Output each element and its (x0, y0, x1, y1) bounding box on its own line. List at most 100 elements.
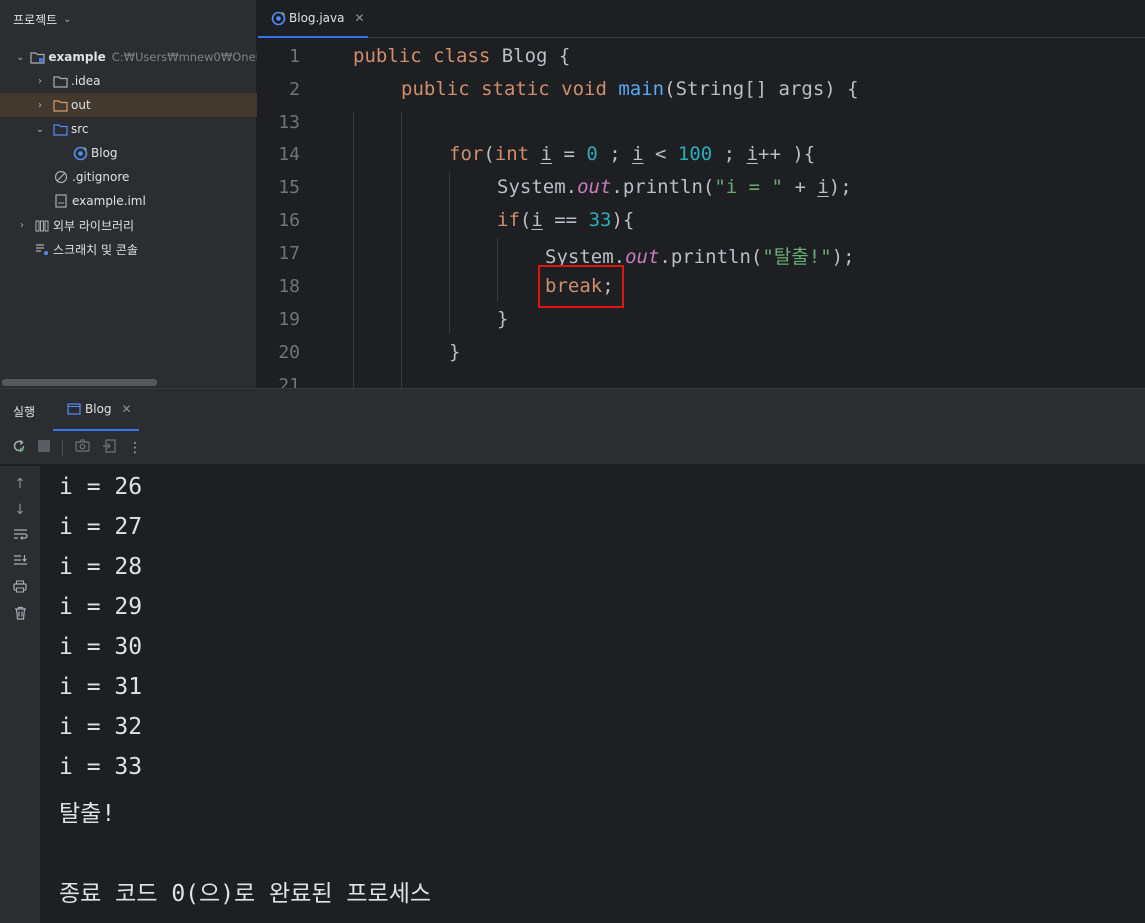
more-options-icon[interactable]: ⋮ (128, 440, 142, 456)
chevron-down-icon[interactable]: ⌄ (34, 124, 46, 135)
project-panel-title: 프로젝트 (13, 12, 58, 27)
code-token: + (783, 176, 818, 198)
code-token: ); (831, 246, 855, 268)
scroll-to-end-icon[interactable] (0, 554, 40, 571)
code-token: 100 (677, 143, 713, 165)
chevron-down-icon[interactable]: ⌄ (16, 52, 24, 63)
tree-item-label: .idea (71, 74, 101, 88)
console-line: 종료 코드 0(으)로 완료된 프로세스 (59, 881, 432, 907)
close-icon[interactable]: ✕ (354, 11, 364, 25)
project-panel-header[interactable]: 프로젝트 ⌄ (0, 0, 256, 38)
project-panel: 프로젝트 ⌄ ⌄ example C:₩Users₩mnew0₩OneDriv … (0, 0, 257, 388)
code-area[interactable]: 1 2 13 14 15 16 17 18 19 20 21 public cl… (258, 40, 1145, 388)
rerun-icon[interactable] (12, 439, 26, 457)
code-line-16: if(i == 33){ (497, 209, 634, 231)
code-token: public static void (401, 78, 607, 100)
console-line: i = 31 (59, 674, 143, 700)
code-token: ++ ){ (758, 143, 816, 165)
chevron-right-icon[interactable]: › (34, 100, 46, 111)
tree-item-label: .gitignore (72, 170, 130, 184)
arrow-up-icon[interactable]: ↑ (0, 476, 40, 492)
tree-item-label: Blog (91, 146, 118, 160)
code-token: .println( (611, 176, 715, 198)
editor-tab-blog-java[interactable]: Blog.java ✕ (258, 0, 368, 38)
line-number: 14 (278, 144, 300, 165)
chevron-down-icon[interactable]: ⌄ (63, 14, 71, 25)
run-panel: 실행 Blog ✕ ⋮ ↑ ↓ i = 26 i = 27 i = 28 i =… (0, 388, 1145, 923)
chevron-right-icon[interactable]: › (16, 220, 28, 231)
tree-item-blog[interactable]: Blog (0, 141, 257, 165)
line-number: 21 (278, 375, 300, 388)
run-tab-blog[interactable]: Blog ✕ (53, 389, 139, 431)
tree-item-idea[interactable]: › .idea (0, 69, 257, 93)
camera-icon[interactable] (75, 439, 90, 456)
tree-item-gitignore[interactable]: .gitignore (0, 165, 257, 189)
indent-guide (401, 112, 402, 388)
toolbar-separator (62, 439, 63, 456)
tree-item-label: 스크래치 및 콘솔 (53, 242, 138, 257)
exit-icon[interactable] (102, 438, 116, 457)
tree-item-example[interactable]: ⌄ example C:₩Users₩mnew0₩OneDriv (0, 45, 257, 69)
console-line: i = 26 (59, 474, 143, 500)
tree-item-out[interactable]: › out (0, 93, 257, 117)
stop-icon[interactable] (38, 439, 50, 456)
code-token: (String[] args) { (664, 78, 859, 100)
tree-item-path: C:₩Users₩mnew0₩OneDriv (111, 50, 257, 64)
ignored-file-icon (53, 170, 69, 184)
trash-icon[interactable] (0, 606, 40, 624)
code-token: < (643, 143, 678, 165)
indent-guide (353, 112, 354, 388)
horizontal-scrollbar[interactable] (2, 379, 157, 386)
indent-guide (497, 238, 498, 302)
tree-item-label: src (71, 122, 89, 136)
console-output[interactable]: i = 26 i = 27 i = 28 i = 29 i = 30 i = 3… (40, 466, 1145, 923)
code-token: public class (353, 45, 491, 67)
code-line-1: public class Blog { (353, 45, 570, 67)
code-token: ( (483, 143, 495, 165)
console-line: i = 27 (59, 514, 143, 540)
code-token: } (449, 341, 461, 363)
console-line: i = 29 (59, 594, 143, 620)
tree-item-scratches[interactable]: 스크래치 및 콘솔 (0, 237, 257, 261)
folder-icon (52, 74, 68, 88)
code-line-20: } (449, 341, 460, 363)
tree-item-src[interactable]: ⌄ src (0, 117, 257, 141)
code-token: 33 (588, 209, 612, 231)
line-number: 20 (278, 342, 300, 363)
line-number: 1 (289, 46, 300, 67)
run-tab-bar: 실행 Blog ✕ (0, 389, 1145, 431)
library-icon (34, 218, 50, 232)
code-token: == (542, 209, 589, 231)
line-number: 15 (278, 177, 300, 198)
code-token: .println( (659, 246, 763, 268)
line-number: 17 (278, 243, 300, 264)
tree-item-label: example (48, 50, 106, 64)
code-token: ; (712, 143, 747, 165)
code-token: i (817, 176, 829, 198)
code-token: if (497, 209, 520, 231)
file-icon (53, 194, 69, 208)
code-token: out (577, 176, 612, 198)
code-token: i (746, 143, 759, 165)
chevron-right-icon[interactable]: › (34, 76, 46, 87)
print-icon[interactable] (0, 580, 40, 597)
code-token: = (552, 143, 587, 165)
console-line: i = 28 (59, 554, 143, 580)
excluded-folder-icon (52, 98, 68, 112)
editor-tab-label: Blog.java (289, 11, 345, 25)
code-token: i (632, 143, 644, 165)
editor-tab-bar: Blog.java ✕ (258, 0, 1145, 38)
line-number: 16 (278, 210, 300, 231)
code-token: ; (597, 143, 633, 165)
console-line: i = 30 (59, 634, 143, 660)
code-token: out (625, 246, 660, 268)
tree-item-example-iml[interactable]: example.iml (0, 189, 257, 213)
close-icon[interactable]: ✕ (122, 402, 132, 416)
soft-wrap-icon[interactable] (0, 528, 40, 545)
code-line-14: for(int i = 0 ; i < 100 ; i++ ){ (449, 143, 815, 165)
arrow-down-icon[interactable]: ↓ (0, 502, 40, 518)
code-token: i (531, 209, 543, 231)
break-highlight-box (538, 265, 624, 308)
tree-item-external-libraries[interactable]: › 외부 라이브러리 (0, 213, 257, 237)
console-icon (66, 402, 82, 416)
